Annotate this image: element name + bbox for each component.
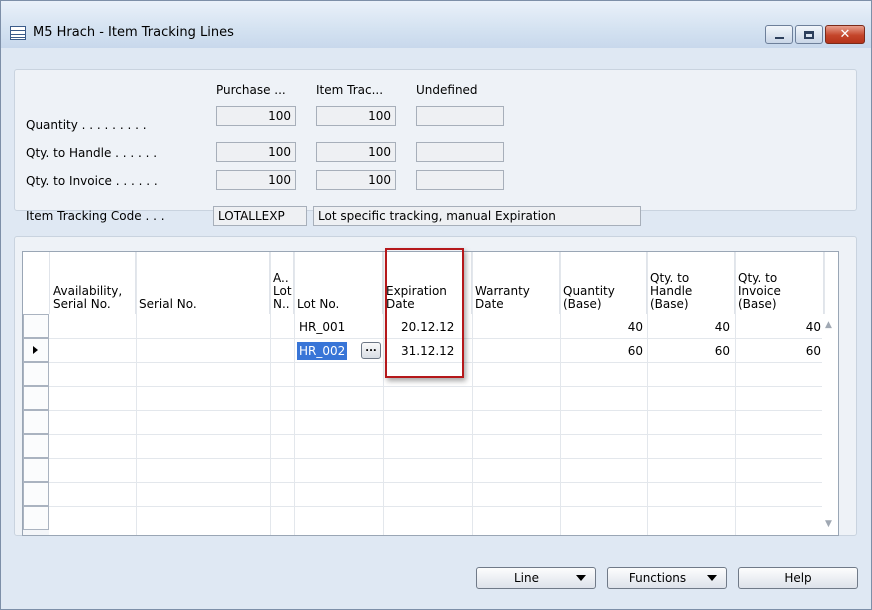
col-head-item-tracking: Item Trac... — [316, 83, 384, 97]
qty-to-invoice-label: Qty. to Invoice . . . . . . — [26, 174, 158, 188]
col-head-purchase: Purchase ... — [216, 83, 286, 97]
item-tracking-code-field[interactable]: LOTALLEXP — [213, 206, 307, 226]
col-quantity-base[interactable]: Quantity (Base) — [560, 252, 647, 314]
col-lot-no[interactable]: Lot No. — [294, 252, 383, 314]
qty-to-invoice-base-cell[interactable]: 40 — [738, 317, 821, 337]
quantity-label: Quantity . . . . . . . . . — [26, 118, 147, 132]
qty-to-handle-purchase-field[interactable]: 100 — [216, 142, 296, 162]
quantity-item-tracking-field[interactable]: 100 — [316, 106, 396, 126]
row-selector[interactable] — [23, 434, 49, 458]
chevron-down-icon — [707, 575, 717, 581]
row-selector[interactable] — [23, 314, 49, 338]
assist-edit-button[interactable]: ... — [361, 342, 381, 359]
item-tracking-code-label: Item Tracking Code . . . — [26, 209, 165, 223]
col-qty-to-handle-base[interactable]: Qty. to Handle (Base) — [647, 252, 735, 314]
row-selector[interactable] — [23, 506, 49, 530]
row-selector-current[interactable] — [23, 338, 49, 362]
quantity-purchase-field[interactable]: 100 — [216, 106, 296, 126]
col-availability-serial[interactable]: Availability, Serial No. — [50, 252, 136, 314]
col-head-undefined: Undefined — [416, 83, 478, 97]
chevron-down-icon — [576, 575, 586, 581]
qty-to-handle-label: Qty. to Handle . . . . . . — [26, 146, 158, 160]
quantity-undefined-field[interactable] — [416, 106, 504, 126]
row-selector-header — [23, 252, 50, 314]
row-selector[interactable] — [23, 410, 49, 434]
form-icon — [10, 26, 26, 40]
scroll-down-icon[interactable]: ▼ — [825, 519, 832, 529]
qty-to-handle-base-cell[interactable]: 40 — [650, 317, 730, 337]
item-tracking-lines-window: M5 Hrach - Item Tracking Lines ✕ Purchas… — [0, 0, 872, 610]
current-row-arrow-icon — [33, 346, 38, 354]
functions-menu-button[interactable]: Functions — [607, 567, 727, 589]
qty-to-invoice-base-cell[interactable]: 60 — [738, 341, 821, 361]
qty-to-handle-base-cell[interactable]: 60 — [650, 341, 730, 361]
close-icon: ✕ — [839, 27, 851, 42]
line-button-label: Line — [513, 571, 539, 585]
expiration-date-highlight-box — [385, 248, 464, 378]
qty-to-invoice-item-tracking-field[interactable]: 100 — [316, 170, 396, 190]
item-tracking-code-description: Lot specific tracking, manual Expiration — [313, 206, 641, 226]
lot-no-edit-field[interactable]: HR_002 — [297, 342, 348, 360]
row-selector[interactable] — [23, 386, 49, 410]
qty-to-invoice-purchase-field[interactable]: 100 — [216, 170, 296, 190]
scroll-up-icon[interactable]: ▲ — [825, 320, 832, 330]
minimize-button[interactable] — [765, 25, 793, 44]
col-qty-to-invoice-base[interactable]: Qty. to Invoice (Base) — [735, 252, 824, 314]
row-selector[interactable] — [23, 362, 49, 386]
maximize-button[interactable] — [795, 25, 823, 44]
col-warranty-date[interactable]: Warranty Date — [472, 252, 560, 314]
functions-button-label: Functions — [628, 571, 687, 585]
minimize-icon — [774, 36, 784, 39]
quantity-base-cell[interactable]: 40 — [563, 317, 643, 337]
row-selector[interactable] — [23, 482, 49, 506]
row-selector[interactable] — [23, 458, 49, 482]
line-menu-button[interactable]: Line — [476, 567, 596, 589]
grid-vertical-scrollbar[interactable]: ▲ ▼ — [822, 314, 838, 535]
maximize-icon — [804, 30, 814, 39]
close-button[interactable]: ✕ — [825, 25, 865, 44]
qty-to-handle-item-tracking-field[interactable]: 100 — [316, 142, 396, 162]
quantity-base-cell[interactable]: 60 — [563, 341, 643, 361]
title-bar[interactable]: M5 Hrach - Item Tracking Lines ✕ — [1, 1, 871, 48]
lot-no-cell[interactable]: HR_001 — [299, 317, 345, 337]
help-button-label: Help — [784, 571, 812, 585]
qty-to-invoice-undefined-field[interactable] — [416, 170, 504, 190]
help-button[interactable]: Help — [738, 567, 858, 589]
qty-to-handle-undefined-field[interactable] — [416, 142, 504, 162]
col-availability-lot[interactable]: A.. Lot N.. — [270, 252, 294, 314]
window-title: M5 Hrach - Item Tracking Lines — [33, 25, 234, 40]
col-serial-no[interactable]: Serial No. — [136, 252, 270, 314]
